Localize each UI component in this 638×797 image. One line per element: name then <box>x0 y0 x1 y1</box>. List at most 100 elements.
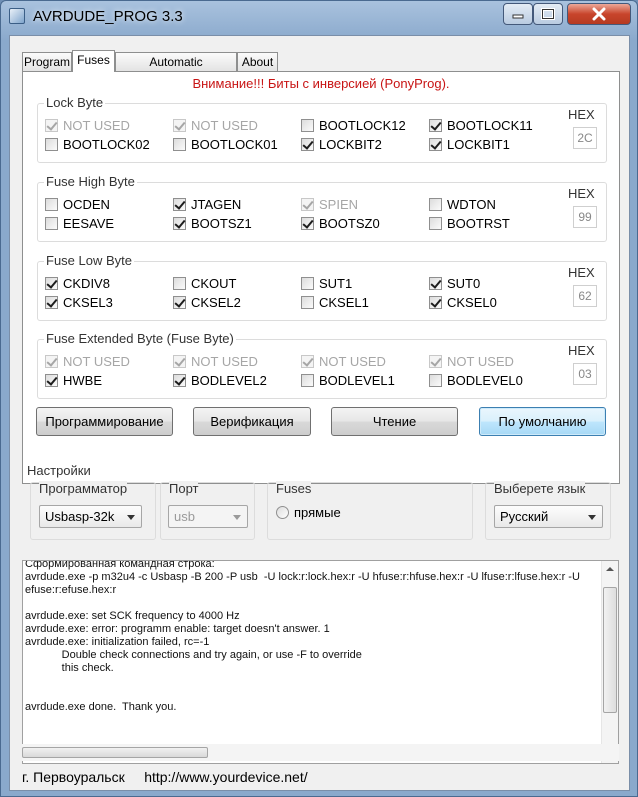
verify-button[interactable]: Верификация <box>193 407 311 436</box>
fuse-high-bit-checkbox[interactable]: WDTON <box>429 196 496 212</box>
fuse-low-bit-checkbox[interactable]: CKSEL0 <box>429 294 497 310</box>
scroll-thumb[interactable] <box>22 747 208 758</box>
lock-byte-hex-field[interactable]: 2C <box>573 127 597 149</box>
tab-about[interactable]: About <box>237 52 278 71</box>
lock-bit-checkbox[interactable]: BOOTLOCK01 <box>173 136 278 152</box>
program-button[interactable]: Программирование <box>36 407 173 436</box>
chevron-down-icon <box>588 515 596 520</box>
fuse-low-bit-checkbox[interactable]: SUT1 <box>301 275 352 291</box>
port-label: Порт <box>169 481 199 496</box>
checkbox-box <box>173 295 186 309</box>
lock-bit-checkbox[interactable]: BOOTLOCK12 <box>301 117 406 133</box>
tab-automatic-programming[interactable]: Automatic programming <box>115 52 237 87</box>
fuse-ext-hex-field[interactable]: 03 <box>573 363 597 385</box>
language-select[interactable]: Русский <box>494 505 603 528</box>
log-horizontal-scrollbar[interactable] <box>22 744 619 761</box>
close-button[interactable] <box>567 3 631 25</box>
lock-bit-checkbox[interactable]: NOT USED <box>45 117 130 133</box>
fuse-ext-bit-checkbox[interactable]: NOT USED <box>301 353 386 369</box>
checkbox-label: BOOTLOCK02 <box>63 136 150 152</box>
checkbox-box <box>301 276 314 290</box>
fuses-mode-frame: Fuses прямые <box>267 481 473 540</box>
checkbox-label: BODLEVEL2 <box>191 372 267 388</box>
tab-fuses[interactable]: Fuses <box>72 50 115 72</box>
fuse-high-bit-checkbox[interactable]: BOOTSZ1 <box>173 215 252 231</box>
fuse-high-hex-field[interactable]: 99 <box>573 206 597 228</box>
app-window: AVRDUDE_PROG 3.3 Program Fuses Automatic… <box>0 0 638 797</box>
hex-label: HEX <box>568 186 595 201</box>
log-line: avrdude.exe: initialization failed, rc=-… <box>25 636 210 648</box>
checkbox-label: BOOTSZ0 <box>319 215 380 231</box>
footer-url[interactable]: http://www.yourdevice.net/ <box>144 769 307 785</box>
checkbox-label: WDTON <box>447 196 496 212</box>
checkbox-label: CKSEL3 <box>63 294 113 310</box>
scroll-thumb[interactable] <box>603 587 617 713</box>
checkbox-label: JTAGEN <box>191 196 242 212</box>
log-line: avrdude.exe: set SCK frequency to 4000 H… <box>25 610 240 622</box>
fuse-low-bit-checkbox[interactable]: SUT0 <box>429 275 480 291</box>
fuse-ext-bit-checkbox[interactable]: NOT USED <box>429 353 514 369</box>
radio-label: прямые <box>294 505 341 520</box>
minimize-button[interactable] <box>503 3 533 25</box>
port-select[interactable]: usb <box>168 505 248 528</box>
log-text: Сформированная командная строка: avrdude… <box>25 561 593 714</box>
chevron-down-icon <box>127 515 135 520</box>
read-button[interactable]: Чтение <box>331 407 458 436</box>
fuse-low-byte-group: Fuse Low Byte CKDIV8 CKOUT SUT1 SUT0 CKS… <box>37 253 607 321</box>
lock-bit-checkbox[interactable]: BOOTLOCK02 <box>45 136 150 152</box>
fuse-low-bit-checkbox[interactable]: CKDIV8 <box>45 275 110 291</box>
fuse-low-bit-checkbox[interactable]: CKSEL2 <box>173 294 241 310</box>
fuse-high-bit-checkbox[interactable]: SPIEN <box>301 196 358 212</box>
programmer-value: Usbasp-32k <box>45 509 115 524</box>
checkbox-label: BOOTLOCK12 <box>319 117 406 133</box>
fuse-ext-bit-checkbox[interactable]: HWBE <box>45 372 102 388</box>
title-bar[interactable]: AVRDUDE_PROG 3.3 <box>1 1 637 33</box>
lock-bit-checkbox[interactable]: NOT USED <box>173 117 258 133</box>
checkbox-box <box>301 137 314 151</box>
fuse-ext-bit-checkbox[interactable]: BODLEVEL2 <box>173 372 267 388</box>
fuses-mode-label: Fuses <box>276 481 312 496</box>
fuse-high-bit-checkbox[interactable]: EESAVE <box>45 215 114 231</box>
tab-program[interactable]: Program <box>22 52 72 71</box>
fuse-low-hex-field[interactable]: 62 <box>573 285 597 307</box>
fuse-ext-bit-checkbox[interactable]: NOT USED <box>45 353 130 369</box>
checkbox-label: CKOUT <box>191 275 237 291</box>
programmer-select[interactable]: Usbasp-32k <box>39 505 142 528</box>
checkbox-box <box>301 197 314 211</box>
checkbox-label: CKSEL2 <box>191 294 241 310</box>
checkbox-box <box>173 276 186 290</box>
lock-bit-checkbox[interactable]: LOCKBIT1 <box>429 136 510 152</box>
checkbox-box <box>173 373 186 387</box>
checkbox-box <box>173 137 186 151</box>
fuse-extended-byte-group: Fuse Extended Byte (Fuse Byte) NOT USED … <box>37 331 607 399</box>
fuse-low-bit-checkbox[interactable]: CKOUT <box>173 275 237 291</box>
default-button[interactable]: По умолчанию <box>479 407 606 436</box>
fuse-ext-bit-checkbox[interactable]: NOT USED <box>173 353 258 369</box>
programmer-frame: Программатор Usbasp-32k <box>30 481 156 540</box>
checkbox-box <box>301 118 314 132</box>
fuse-low-bit-checkbox[interactable]: CKSEL3 <box>45 294 113 310</box>
checkbox-label: NOT USED <box>63 353 130 369</box>
fuse-high-bit-checkbox[interactable]: JTAGEN <box>173 196 241 212</box>
maximize-button[interactable] <box>533 3 563 25</box>
checkbox-label: SUT0 <box>447 275 481 291</box>
log-vertical-scrollbar[interactable] <box>601 561 618 763</box>
scroll-up-icon[interactable] <box>606 567 614 571</box>
log-output[interactable]: Сформированная командная строка: avrdude… <box>22 560 619 764</box>
fuse-high-bit-checkbox[interactable]: BOOTSZ0 <box>301 215 380 231</box>
direct-fuses-radio[interactable]: прямые <box>276 505 341 520</box>
checkbox-label: EESAVE <box>63 215 115 231</box>
fuse-ext-bit-checkbox[interactable]: BODLEVEL1 <box>301 372 395 388</box>
checkbox-box <box>301 295 314 309</box>
client-area: Program Fuses Automatic programming Abou… <box>9 35 630 791</box>
hex-label: HEX <box>568 343 595 358</box>
checkbox-label: BOOTLOCK11 <box>447 117 533 133</box>
fuse-ext-bit-checkbox[interactable]: BODLEVEL0 <box>429 372 523 388</box>
maximize-icon <box>541 8 555 20</box>
fuse-low-bit-checkbox[interactable]: CKSEL1 <box>301 294 369 310</box>
lock-bit-checkbox[interactable]: LOCKBIT2 <box>301 136 382 152</box>
lock-bit-checkbox[interactable]: BOOTLOCK11 <box>429 117 533 133</box>
fuse-high-bit-checkbox[interactable]: OCDEN <box>45 196 110 212</box>
fuse-high-bit-checkbox[interactable]: BOOTRST <box>429 215 510 231</box>
